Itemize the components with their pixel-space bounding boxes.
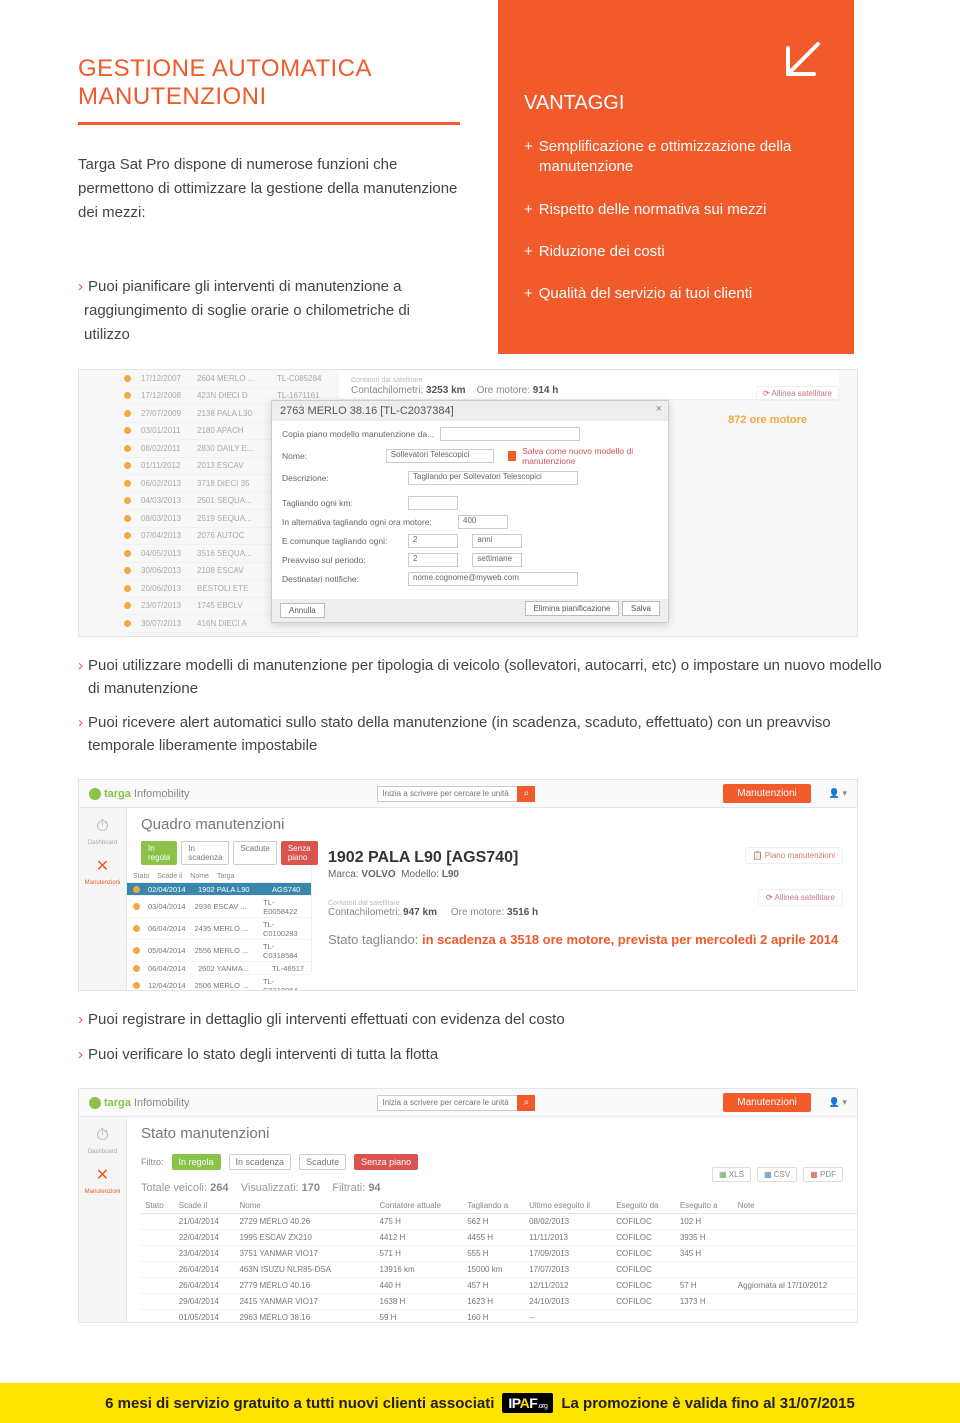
arrow-down-left-icon	[768, 30, 832, 94]
table-row[interactable]: 06/04/20142602 YANMA...TL-46517	[127, 962, 311, 975]
filter-senza-piano[interactable]: Senza piano	[354, 1154, 418, 1170]
manutenzioni-button[interactable]: Manutenzioni	[723, 784, 810, 803]
feature-bullet: Puoi pianificare gli interventi di manut…	[78, 275, 460, 347]
intro-text: Targa Sat Pro dispone di numerose funzio…	[78, 153, 460, 225]
tab-scadute[interactable]: Scadute	[233, 841, 276, 865]
dashboard-icon[interactable]: ⏱	[79, 818, 126, 836]
panel-title: Stato manutenzioni	[127, 1117, 857, 1150]
annulla-button[interactable]: Annulla	[280, 603, 325, 618]
preav-unit[interactable]: settimane	[472, 553, 522, 567]
feature-bullet: Puoi ricevere alert automatici sullo sta…	[78, 712, 882, 757]
table-row[interactable]: 01/05/20142963 MERLO 38.1659 H160 H--	[141, 1310, 857, 1324]
close-icon[interactable]: ×	[656, 403, 662, 415]
manutenzioni-icon[interactable]: ✕	[79, 856, 126, 876]
side-nav: ⏱Dashboard ✕Manutenzioni	[79, 1117, 127, 1322]
preav-input[interactable]: 2	[408, 553, 458, 567]
advantage-item: Qualità del servizio ai tuoi clienti	[524, 284, 824, 304]
search-input[interactable]	[377, 786, 517, 802]
engine-hours-peek: 872 ore motore	[728, 414, 807, 426]
dialog-title: 2763 MERLO 38.16 [TL-C2037384]×	[272, 401, 668, 421]
tagliando-status: Stato tagliando: in scadenza a 3518 ore …	[328, 932, 841, 947]
search-icon[interactable]: ⌕	[517, 786, 535, 802]
feature-bullet: Puoi verificare lo stato degli intervent…	[78, 1044, 882, 1067]
table-row[interactable]: 21/04/20142729 MERLO 40.26475 H562 H08/0…	[141, 1214, 857, 1230]
screenshot-stato-manutenzioni: targaInfomobility ⌕ Manutenzioni 👤 ▾ ⏱Da…	[78, 1088, 858, 1323]
manutenzioni-icon[interactable]: ✕	[79, 1165, 126, 1185]
salva-button[interactable]: Salva	[622, 601, 660, 616]
list-item[interactable]: 17/12/20072604 MERLO ...TL-C085284	[124, 370, 322, 388]
table-row[interactable]: 29/04/20142415 YANMAR VIO171638 H1623 H2…	[141, 1294, 857, 1310]
advantages-title: VANTAGGI	[524, 92, 824, 115]
csv-button[interactable]: ▦ CSV	[757, 1167, 797, 1182]
table-row[interactable]: 23/04/20143751 YANMAR VIO17571 H555 H17/…	[141, 1246, 857, 1262]
list-item[interactable]: 09/09/2013CASALI EPS2	[124, 633, 322, 638]
allinea-button[interactable]: ⟳ Allinea satellitare	[756, 386, 839, 401]
nome-input[interactable]: Sollevatori Telescopici	[386, 449, 494, 463]
ipaf-logo: IPAF.org	[502, 1393, 553, 1413]
filter-scadute[interactable]: Scadute	[299, 1154, 346, 1170]
pdf-button[interactable]: ▦ PDF	[803, 1167, 843, 1182]
filter-label: Filtro:	[141, 1157, 164, 1167]
km-every-input[interactable]	[408, 496, 458, 510]
vehicle-sub: Marca: VOLVO Modello: L90	[328, 869, 841, 880]
allinea-button[interactable]: ⟳ Allinea satellitare	[758, 889, 843, 906]
table-row[interactable]: 05/04/20142556 MERLO ...TL-C0318584	[127, 940, 311, 962]
elimina-button[interactable]: Elimina pianificazione	[525, 601, 620, 616]
anyway-unit[interactable]: anni	[472, 534, 522, 548]
status-table: StatoScade ilNomeContatore attualeTaglia…	[141, 1198, 857, 1323]
dest-input[interactable]: nome.cognome@myweb.com	[408, 572, 578, 586]
side-nav: ⏱Dashboard ✕Manutenzioni	[79, 808, 127, 990]
footer-left: 6 mesi di servizio gratuito a tutti nuov…	[105, 1395, 494, 1412]
divider	[78, 122, 460, 125]
section-title: GESTIONE AUTOMATICA MANUTENZIONI	[78, 55, 480, 110]
dashboard-icon[interactable]: ⏱	[79, 1127, 126, 1145]
footer-right: La promozione è valida fino al 31/07/201…	[561, 1395, 854, 1412]
export-buttons: ▦ XLS ▦ CSV ▦ PDF	[712, 1167, 843, 1182]
manutenzioni-button[interactable]: Manutenzioni	[723, 1093, 810, 1112]
feature-bullet: Puoi registrare in dettaglio gli interve…	[78, 1009, 882, 1032]
table-row[interactable]: 22/04/20141995 ESCAV ZX2104412 H4455 H11…	[141, 1230, 857, 1246]
advantage-item: Semplificazione e ottimizzazione della m…	[524, 137, 824, 178]
desc-input[interactable]: Tagliando per Sollevatori Telescopici	[408, 471, 578, 485]
tab-in-regola[interactable]: In regola	[141, 841, 177, 865]
promo-footer: 6 mesi di servizio gratuito a tutti nuov…	[0, 1383, 960, 1423]
tab-in-scadenza[interactable]: In scadenza	[181, 841, 229, 865]
hr-every-input[interactable]: 400	[458, 515, 508, 529]
advantage-item: Riduzione dei costi	[524, 242, 824, 262]
user-icon[interactable]: 👤 ▾	[821, 788, 847, 799]
brand-logo: targaInfomobility	[89, 788, 190, 800]
table-row[interactable]: 26/04/20142779 MERLO 40.16440 H457 H12/1…	[141, 1278, 857, 1294]
xls-button[interactable]: ▦ XLS	[712, 1167, 751, 1182]
advantages-panel: VANTAGGI Semplificazione e ottimizzazion…	[498, 0, 854, 354]
screenshot-maintenance-dialog: Contatori dal satellitare Contachilometr…	[78, 369, 858, 637]
table-row[interactable]: 02/04/20141902 PALA L90AGS740	[127, 883, 311, 896]
table-row[interactable]: 06/04/20142435 MERLO ...TL-C0100283	[127, 918, 311, 940]
screenshot-quadro-manutenzioni: targaInfomobility ⌕ Manutenzioni 👤 ▾ ⏱Da…	[78, 779, 858, 991]
table-row[interactable]: 03/04/20142936 ESCAV ...TL-E0058422	[127, 896, 311, 918]
piano-button[interactable]: 📋 Piano manutenzioni	[745, 847, 843, 864]
feature-bullet: Puoi utilizzare modelli di manutenzione …	[78, 655, 882, 700]
plan-dialog: 2763 MERLO 38.16 [TL-C2037384]× Copia pi…	[271, 400, 669, 623]
user-icon[interactable]: 👤 ▾	[821, 1097, 847, 1108]
anyway-input[interactable]: 2	[408, 534, 458, 548]
panel-title: Quadro manutenzioni	[127, 808, 857, 841]
filter-in-scadenza[interactable]: In scadenza	[229, 1154, 292, 1170]
table-row[interactable]: 12/04/20142506 MERLO ...TL-C0319964	[127, 975, 311, 991]
save-model-checkbox[interactable]	[508, 451, 516, 461]
search-input[interactable]	[377, 1095, 517, 1111]
copy-select[interactable]	[440, 427, 580, 441]
search-icon[interactable]: ⌕	[517, 1095, 535, 1111]
filter-in-regola[interactable]: In regola	[172, 1154, 221, 1170]
brand-logo: targaInfomobility	[89, 1097, 190, 1109]
table-row[interactable]: 26/04/2014463N ISUZU NLR85-DSA13916 km15…	[141, 1262, 857, 1278]
advantage-item: Rispetto delle normativa sui mezzi	[524, 200, 824, 220]
